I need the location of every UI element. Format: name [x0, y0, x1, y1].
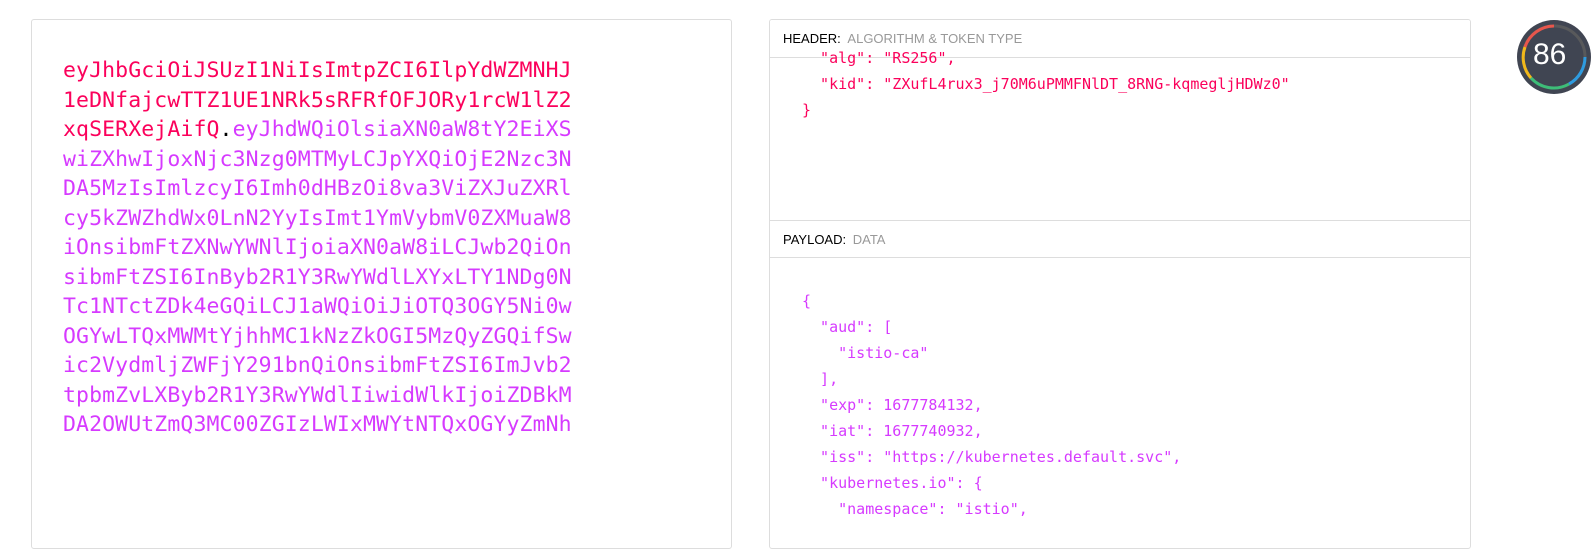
score-badge[interactable]: 86: [1517, 20, 1591, 94]
token-line: DA2OWUtZmQ3MC00ZGIzLWIxMWYtNTQxOGYyZmNh: [63, 410, 572, 440]
json-line: "kubernetes.io": {: [802, 474, 983, 492]
payload-json-code[interactable]: { "aud": [ "istio-ca" ], "exp": 16777841…: [802, 288, 1181, 522]
payload-sublabel: DATA: [852, 232, 886, 247]
token-line: 1eDNfajcwTTZ1UE1NRk5sRFRfOFJORy1rcW1lZ2: [63, 86, 572, 116]
json-line: "iss": "https://kubernetes.default.svc",: [802, 448, 1182, 466]
json-line: "iat": 1677740932,: [802, 422, 983, 440]
token-payload-segment: tpbmZvLXByb2R1Y3RwYWdlIiwidWlkIjoiZDBkM: [63, 382, 572, 408]
token-payload-segment: wiZXhwIjoxNjc3Nzg0MTMyLCJpYXQiOjE2Nzc3N: [63, 146, 572, 172]
token-line: ic2VydmljZWFjY291bnQiOnsibmFtZSI6ImJvb2: [63, 351, 572, 381]
token-header-segment: eyJhbGciOiJSUzI1NiIsImtpZCI6IlpYdWZMNHJ: [63, 58, 572, 83]
token-line: Tc1NTctZDk4eGQiLCJ1aWQiOiJiOTQ3OGY5Ni0w: [63, 292, 572, 322]
token-line: sibmFtZSI6InByb2R1Y3RwYWdlLXYxLTY1NDg0N: [63, 263, 572, 293]
token-dot-segment: .: [219, 117, 233, 142]
header-json-code[interactable]: "alg": "RS256", "kid": "ZXufL4rux3_j70M6…: [802, 45, 1290, 123]
token-line: DA5MzIsImlzcyI6Imh0dHBzOi8va3ViZXJuZXRl: [63, 174, 572, 204]
decoded-panel: HEADER: ALGORITHM & TOKEN TYPE PAYLOAD: …: [769, 19, 1471, 549]
json-line: ],: [802, 370, 839, 388]
json-line: "kid": "ZXufL4rux3_j70M6uPMMFNlDT_8RNG-k…: [802, 75, 1290, 93]
json-line: }: [802, 101, 812, 119]
token-line: OGYwLTQxMWMtYjhhMC1kNzZkOGI5MzQyZGQifSw: [63, 322, 572, 352]
header-label: HEADER:: [783, 31, 841, 46]
json-line: {: [802, 292, 812, 310]
token-header-segment: xqSERXejAifQ: [63, 117, 220, 142]
encoded-token-panel[interactable]: eyJhbGciOiJSUzI1NiIsImtpZCI6IlpYdWZMNHJ 1…: [31, 19, 732, 549]
token-line: iOnsibmFtZXNwYWNlIjoiaXN0aW8iLCJwb2QiOn: [63, 233, 572, 263]
encoded-token-text[interactable]: eyJhbGciOiJSUzI1NiIsImtpZCI6IlpYdWZMNHJ 1…: [63, 56, 572, 440]
token-line: eyJhbGciOiJSUzI1NiIsImtpZCI6IlpYdWZMNHJ: [63, 56, 572, 86]
token-payload-segment: DA2OWUtZmQ3MC00ZGIzLWIxMWYtNTQxOGYyZmNh: [63, 412, 572, 437]
token-payload-segment: ic2VydmljZWFjY291bnQiOnsibmFtZSI6ImJvb2: [63, 353, 572, 378]
token-line: tpbmZvLXByb2R1Y3RwYWdlIiwidWlkIjoiZDBkM: [63, 381, 572, 411]
json-line: "exp": 1677784132,: [802, 396, 983, 414]
token-payload-segment: iOnsibmFtZXNwYWNlIjoiaXN0aW8iLCJwb2QiOn: [63, 235, 572, 260]
json-line: "istio-ca": [802, 344, 929, 362]
token-line: wiZXhwIjoxNjc3Nzg0MTMyLCJpYXQiOjE2Nzc3N: [63, 145, 572, 175]
json-line: "namespace": "istio",: [802, 500, 1028, 518]
token-payload-segment: sibmFtZSI6InByb2R1Y3RwYWdlLXYxLTY1NDg0N: [63, 264, 572, 290]
token-line: xqSERXejAifQ.eyJhdWQiOlsiaXN0aW8tY2EiXS: [63, 115, 572, 145]
json-line: "alg": "RS256",: [802, 49, 956, 67]
payload-section-title: PAYLOAD: DATA: [770, 220, 1470, 258]
token-payload-segment: DA5MzIsImlzcyI6Imh0dHBzOi8va3ViZXJuZXRl: [63, 176, 572, 201]
score-value: 86: [1533, 38, 1567, 71]
header-sublabel: ALGORITHM & TOKEN TYPE: [847, 31, 1023, 46]
token-line: cy5kZWZhdWx0LnN2YyIsImt1YmVybmV0ZXMuaW8: [63, 204, 572, 234]
token-header-segment: 1eDNfajcwTTZ1UE1NRk5sRFRfOFJORy1rcW1lZ2: [63, 87, 572, 113]
token-payload-segment: cy5kZWZhdWx0LnN2YyIsImt1YmVybmV0ZXMuaW8: [63, 205, 572, 231]
json-line: "aud": [: [802, 318, 893, 336]
payload-label: PAYLOAD:: [783, 232, 847, 247]
token-payload-segment: eyJhdWQiOlsiaXN0aW8tY2EiXS: [232, 117, 572, 142]
token-payload-segment: OGYwLTQxMWMtYjhhMC1kNzZkOGI5MzQyZGQifSw: [63, 323, 572, 349]
token-payload-segment: Tc1NTctZDk4eGQiLCJ1aWQiOiJiOTQ3OGY5Ni0w: [63, 294, 572, 319]
